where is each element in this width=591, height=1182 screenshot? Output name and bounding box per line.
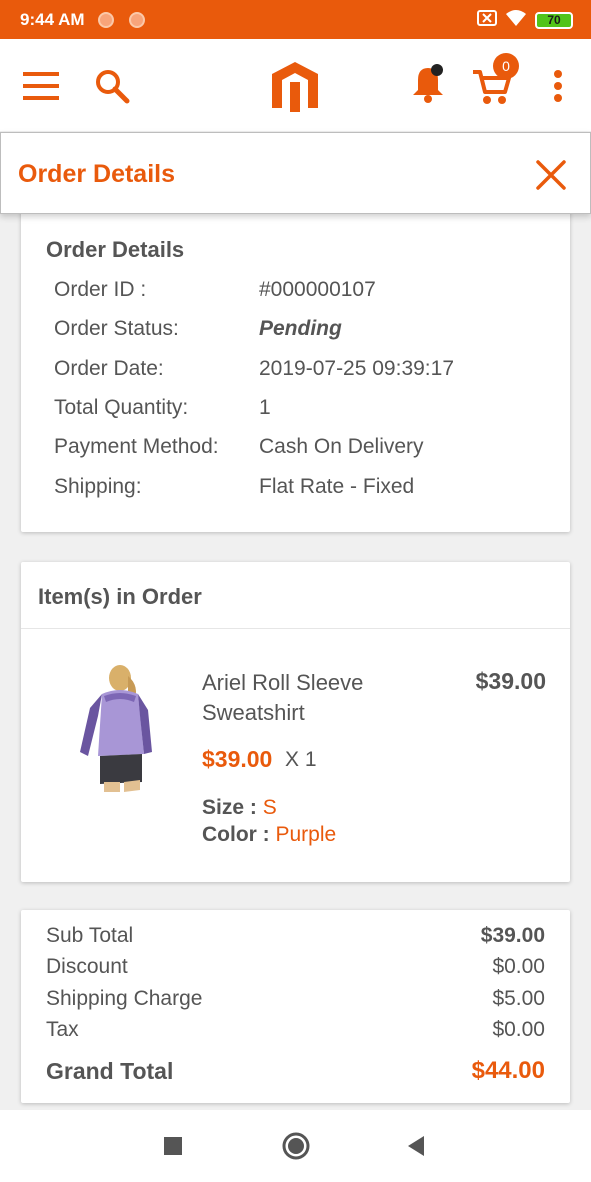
shipping-charge-value: $5.00 — [492, 987, 545, 1010]
store-logo[interactable] — [266, 59, 324, 115]
order-status-label: Order Status: — [54, 317, 179, 340]
order-date-value: 2019-07-25 09:39:17 — [259, 357, 454, 380]
stop-icon[interactable] — [161, 1134, 185, 1158]
order-details-card: Order Details Order ID : #000000107 Orde… — [21, 205, 570, 532]
size-value: S — [262, 796, 277, 819]
items-card: Item(s) in Order Ariel Roll Sleeve Sweat… — [21, 562, 570, 882]
tax-label: Tax — [46, 1018, 79, 1041]
color-attribute: Color : Purple — [202, 823, 336, 847]
subtotal-value: $39.00 — [480, 924, 545, 947]
menu-icon[interactable] — [20, 69, 62, 103]
shipping-charge-label: Shipping Charge — [46, 987, 203, 1010]
back-icon[interactable] — [404, 1134, 428, 1158]
notification-dot-icon — [98, 12, 114, 28]
size-label: Size : — [202, 796, 257, 819]
notification-icon[interactable] — [408, 63, 448, 105]
search-icon[interactable] — [92, 67, 132, 105]
payment-method-value: Cash On Delivery — [259, 435, 424, 458]
product-image[interactable] — [76, 662, 156, 801]
subtotal-label: Sub Total — [46, 924, 134, 947]
total-quantity-value: 1 — [259, 396, 271, 419]
product-quantity: X 1 — [285, 748, 317, 771]
payment-method-label: Payment Method: — [54, 435, 219, 458]
product-unit-price: $39.00 — [202, 746, 273, 772]
battery-icon: 70 — [535, 12, 573, 29]
app-bar: 0 — [0, 39, 591, 131]
items-heading: Item(s) in Order — [38, 584, 202, 609]
page-title: Order Details — [18, 160, 176, 188]
sim-icon — [477, 10, 497, 31]
status-time: 9:44 AM — [20, 10, 85, 29]
status-bar: 9:44 AM 70 — [0, 0, 591, 39]
order-date-label: Order Date: — [54, 357, 164, 380]
wifi-icon — [505, 9, 527, 32]
product-total-price: $39.00 — [475, 668, 546, 694]
home-icon[interactable] — [281, 1131, 311, 1161]
product-name[interactable]: Ariel Roll Sleeve Sweatshirt — [202, 668, 402, 728]
divider — [21, 628, 570, 629]
shipping-value: Flat Rate - Fixed — [259, 475, 415, 498]
discount-label: Discount — [46, 955, 128, 978]
cart-count-badge: 0 — [493, 53, 519, 79]
order-details-header: Order Details — [0, 132, 591, 214]
order-details-heading: Order Details — [46, 237, 185, 262]
color-value: Purple — [275, 823, 337, 846]
discount-value: $0.00 — [492, 955, 545, 978]
order-id-value: #000000107 — [259, 278, 376, 301]
notification-dot-icon — [129, 12, 145, 28]
grand-total-label: Grand Total — [46, 1058, 174, 1084]
order-summary-card: Sub Total $39.00 Discount $0.00 Shipping… — [21, 910, 570, 1103]
shipping-label: Shipping: — [54, 475, 142, 498]
size-attribute: Size : S — [202, 796, 277, 820]
order-id-label: Order ID : — [54, 278, 147, 301]
tax-value: $0.00 — [492, 1018, 545, 1041]
grand-total-value: $44.00 — [471, 1057, 545, 1084]
total-quantity-label: Total Quantity: — [54, 396, 189, 419]
more-icon[interactable] — [547, 67, 569, 105]
close-icon[interactable] — [531, 155, 571, 195]
color-label: Color : — [202, 823, 270, 846]
system-nav-bar — [0, 1110, 591, 1182]
order-status-value: Pending — [259, 317, 342, 340]
